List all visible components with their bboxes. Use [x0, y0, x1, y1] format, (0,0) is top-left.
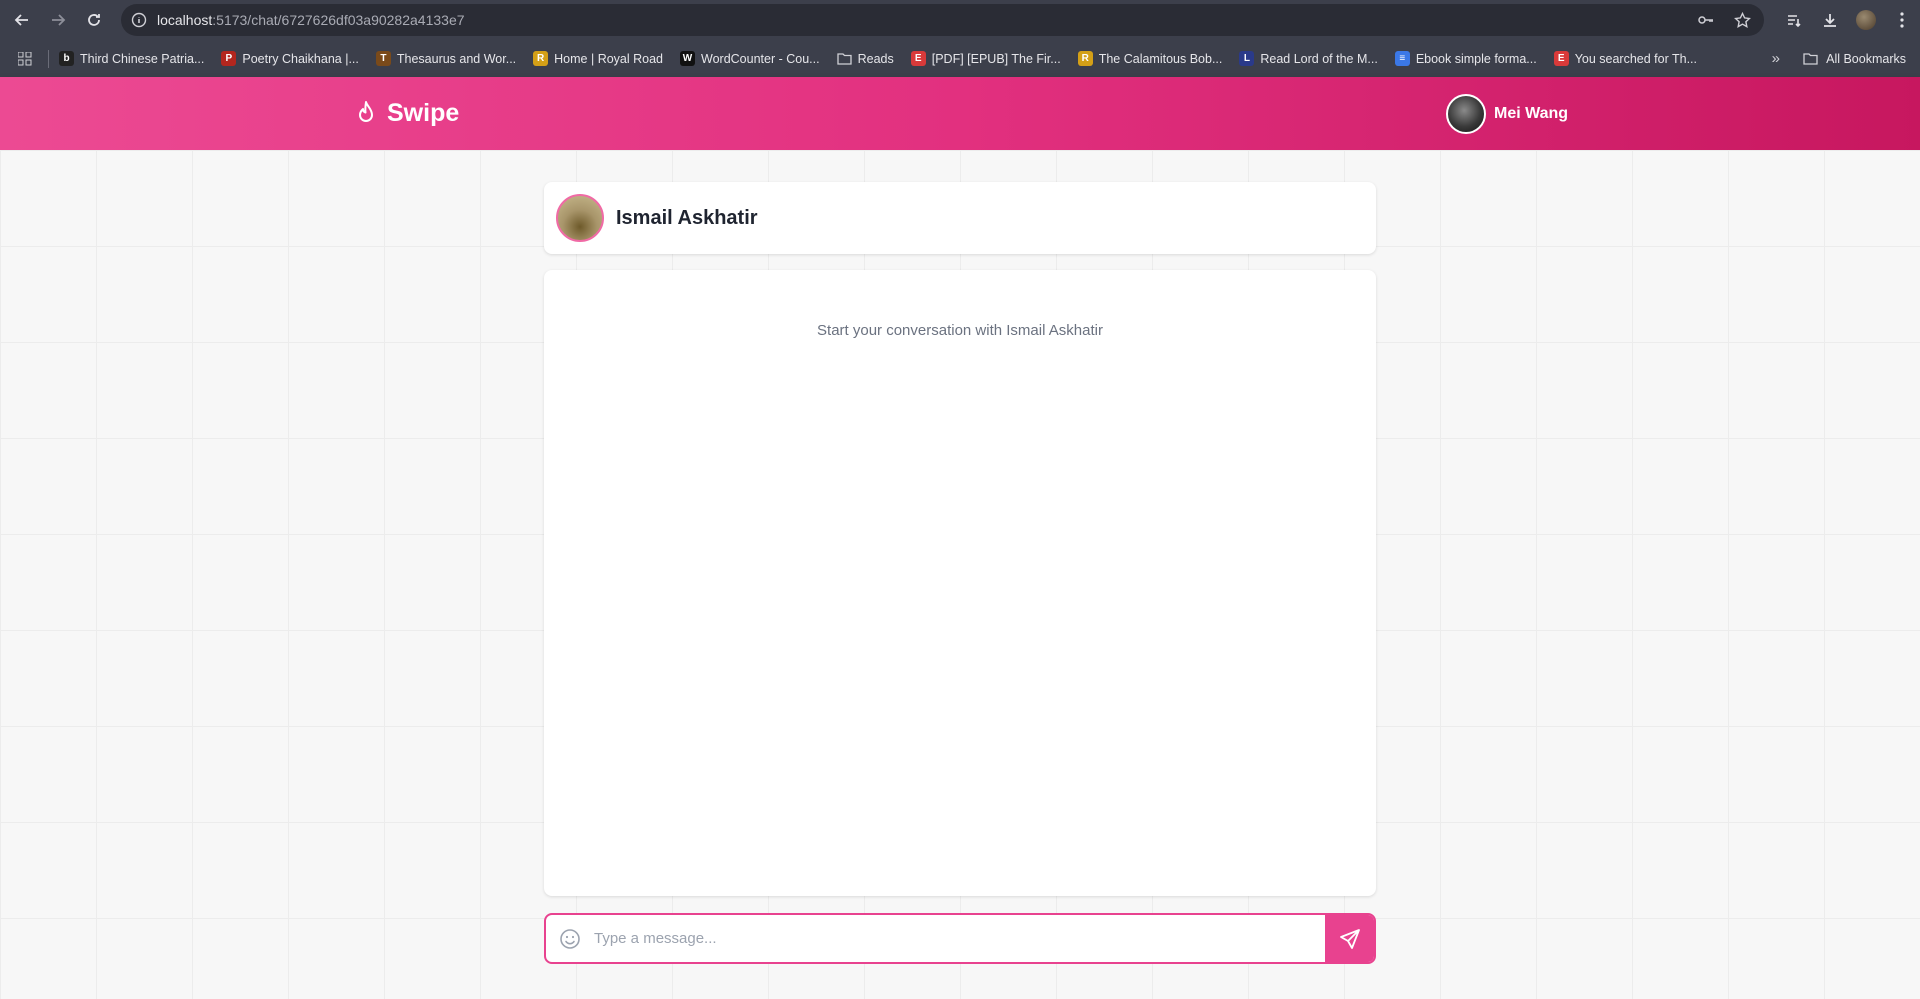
all-bookmarks[interactable]: All Bookmarks — [1803, 40, 1906, 77]
url-path: :5173/chat/6727626df03a90282a4133e7 — [212, 12, 465, 28]
favicon-icon: W — [680, 51, 696, 66]
reload-button[interactable] — [76, 0, 112, 40]
bookmark-item[interactable]: R Home | Royal Road — [533, 51, 663, 66]
bookmark-label: Ebook simple forma... — [1415, 51, 1537, 66]
brand-logo[interactable]: Swipe — [353, 77, 459, 150]
chat-header: Ismail Askhatir — [544, 182, 1376, 254]
more-bookmarks-icon[interactable]: » — [1772, 40, 1780, 77]
empty-conversation-text: Start your conversation with Ismail Askh… — [817, 322, 1103, 339]
bookmark-item[interactable]: Reads — [836, 51, 894, 66]
url-text[interactable]: localhost:5173/chat/6727626df03a90282a41… — [157, 12, 465, 28]
folder-icon — [1803, 53, 1818, 65]
bookmark-item[interactable]: W WordCounter - Cou... — [680, 51, 820, 66]
tab-search-icon[interactable] — [1776, 0, 1812, 40]
bookmark-item[interactable]: ≡ Ebook simple forma... — [1394, 51, 1537, 66]
bookmark-label: Read Lord of the M... — [1260, 51, 1378, 66]
folder-icon — [836, 51, 852, 66]
bookmark-label: Third Chinese Patria... — [80, 51, 205, 66]
site-info-icon[interactable] — [121, 12, 157, 28]
bookmark-label: Reads — [857, 51, 894, 66]
arrow-left-icon — [14, 14, 28, 26]
bookmark-label: WordCounter - Cou... — [701, 51, 820, 66]
favicon-icon: T — [375, 51, 391, 66]
user-avatar — [1446, 93, 1486, 134]
bookmark-item[interactable]: L Read Lord of the M... — [1239, 51, 1378, 66]
smiley-icon — [560, 928, 580, 949]
user-menu[interactable]: Mei Wang — [1446, 77, 1568, 150]
message-input[interactable] — [594, 915, 1325, 962]
bookmark-item[interactable]: b Third Chinese Patria... — [59, 51, 204, 66]
bookmark-label: Poetry Chaikhana |... — [242, 51, 359, 66]
emoji-button[interactable] — [546, 928, 594, 950]
favicon-icon: L — [1239, 51, 1255, 66]
user-name: Mei Wang — [1494, 104, 1569, 122]
flame-icon — [359, 100, 373, 122]
bookmark-list: b Third Chinese Patria... P Poetry Chaikhan… — [59, 51, 1714, 66]
password-key-icon[interactable] — [1690, 4, 1722, 36]
send-icon — [1339, 928, 1360, 949]
profile-avatar[interactable] — [1848, 0, 1884, 40]
favicon-icon: E — [1553, 51, 1569, 66]
address-bar[interactable]: localhost:5173/chat/6727626df03a90282a41… — [121, 4, 1764, 36]
partner-avatar[interactable] — [556, 194, 604, 242]
bookmark-label: [PDF] [EPUB] The Fir... — [931, 51, 1061, 66]
message-list: Start your conversation with Ismail Askh… — [544, 270, 1376, 896]
favicon-icon: R — [533, 51, 549, 66]
apps-grid-icon[interactable] — [14, 51, 36, 66]
more-menu-icon[interactable] — [1884, 0, 1920, 40]
bookmark-item[interactable]: P Poetry Chaikhana |... — [221, 51, 359, 66]
send-button[interactable] — [1325, 915, 1374, 962]
bookmark-label: You searched for Th... — [1574, 51, 1698, 66]
bookmark-item[interactable]: T Thesaurus and Wor... — [375, 51, 517, 66]
all-bookmarks-label: All Bookmarks — [1826, 51, 1906, 66]
url-host: localhost — [157, 12, 213, 28]
bookmark-label: The Calamitous Bob... — [1098, 51, 1223, 66]
browser-toolbar: localhost:5173/chat/6727626df03a90282a41… — [0, 0, 1920, 40]
app-header: Swipe Mei Wang — [0, 77, 1920, 150]
favicon-icon: b — [59, 51, 74, 66]
favicon-icon: P — [221, 51, 237, 66]
bookmark-item[interactable]: E [PDF] [EPUB] The Fir... — [910, 51, 1061, 66]
bookmark-item[interactable]: R The Calamitous Bob... — [1077, 51, 1223, 66]
favicon-icon: E — [910, 51, 926, 66]
bookmark-label: Thesaurus and Wor... — [396, 51, 517, 66]
download-icon[interactable] — [1812, 0, 1848, 40]
message-composer — [544, 913, 1376, 964]
favicon-icon: R — [1077, 51, 1093, 66]
bookmark-item[interactable]: E You searched for Th... — [1553, 51, 1698, 66]
forward-button[interactable] — [40, 0, 76, 40]
partner-name: Ismail Askhatir — [616, 206, 758, 229]
favicon-icon: ≡ — [1394, 51, 1410, 66]
bookmark-label: Home | Royal Road — [554, 51, 664, 66]
back-button[interactable] — [4, 0, 40, 40]
bookmark-star-icon[interactable] — [1726, 4, 1758, 36]
reload-icon — [88, 14, 100, 26]
bookmarks-bar: b Third Chinese Patria... P Poetry Chaikhan… — [0, 40, 1920, 77]
arrow-right-icon — [52, 14, 66, 26]
bookmarks-divider — [48, 49, 49, 68]
brand-name: Swipe — [387, 99, 460, 127]
